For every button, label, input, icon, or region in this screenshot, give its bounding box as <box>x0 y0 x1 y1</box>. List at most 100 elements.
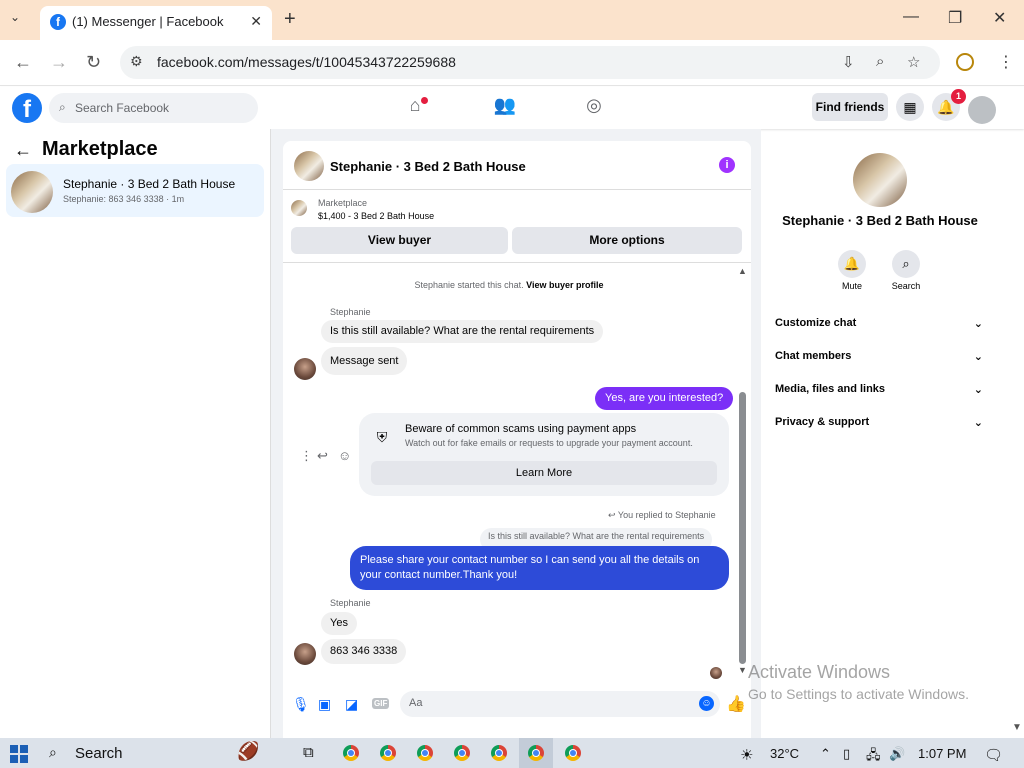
view-buyer-button[interactable]: View buyer <box>291 227 508 254</box>
profile-thumbnail[interactable] <box>853 153 907 207</box>
outgoing-message[interactable]: Yes, are you interested? <box>595 387 734 410</box>
mute-bell-icon[interactable]: 🔔 <box>838 250 866 278</box>
marketplace-sidebar: ← Marketplace Stephanie · 3 Bed 2 Bath H… <box>0 129 271 740</box>
weather-icon[interactable]: ☀ <box>740 746 753 764</box>
find-friends-button[interactable]: Find friends <box>812 93 888 121</box>
learn-more-button[interactable]: Learn More <box>371 461 717 485</box>
task-view-icon[interactable]: ⧉ <box>303 744 314 761</box>
incoming-message[interactable]: 863 346 3338 <box>321 639 407 664</box>
network-icon[interactable]: 🖧 <box>866 746 881 768</box>
sidebar-title: Marketplace <box>42 138 158 160</box>
chat-header-name[interactable]: Stephanie · 3 Bed 2 Bath House <box>330 159 526 174</box>
conversation-preview: Stephanie: 863 346 3338 · 1m <box>63 194 185 204</box>
chrome-icon[interactable] <box>417 745 433 761</box>
temperature[interactable]: 32°C <box>770 746 799 761</box>
section-label: Privacy & support <box>775 416 870 428</box>
menu-grid-icon[interactable]: ▦ <box>896 93 924 121</box>
incoming-message[interactable]: Yes <box>321 612 357 635</box>
windows-taskbar: ⌕ Search 🏈 ⧉ ☀ 32°C ⌃ ▯ 🖧 🔊 1:07 PM 🗨 <box>0 738 1024 768</box>
restore-icon[interactable]: ❐ <box>948 8 962 28</box>
back-arrow-icon[interactable]: ← <box>14 140 32 161</box>
zoom-icon[interactable]: ⌕ <box>876 53 884 70</box>
tab-close-icon[interactable]: ✕ <box>250 13 262 30</box>
scroll-down-icon[interactable]: ▼ <box>738 665 747 675</box>
facebook-search-input[interactable]: ⌕ Search Facebook <box>49 93 258 123</box>
privacy-support-section[interactable]: Privacy & support ⌄ <box>775 416 985 436</box>
facebook-header: f ⌕ Search Facebook ⌂ 👥 ◎ Find friends ▦… <box>0 87 1024 129</box>
browser-menu-icon[interactable]: ⋮ <box>998 52 1014 72</box>
search-highlight-icon: 🏈 <box>237 741 260 761</box>
like-thumbs-up-icon[interactable]: 👍 <box>726 694 746 714</box>
notification-center-icon[interactable]: 🗨 <box>984 746 1003 764</box>
system-message: Stephanie started this chat. View buyer … <box>283 280 735 290</box>
chrome-icon[interactable] <box>343 745 359 761</box>
chrome-icon[interactable] <box>491 745 507 761</box>
browser-tab-messenger[interactable]: f (1) Messenger | Facebook ✕ <box>40 6 272 40</box>
listing-thumbnail <box>11 171 53 213</box>
window-close-icon[interactable]: ✕ <box>993 8 1006 28</box>
facebook-logo[interactable]: f <box>12 93 42 123</box>
sender-avatar[interactable] <box>294 643 316 665</box>
customize-chat-section[interactable]: Customize chat ⌄ <box>775 317 985 337</box>
more-options-button[interactable]: More options <box>512 227 742 254</box>
chat-members-section[interactable]: Chat members ⌄ <box>775 350 985 370</box>
browser-tabbar: ⌄ f (1) Messenger | Facebook ✕ + — ❐ ✕ <box>0 0 1024 40</box>
page-scroll-down-icon[interactable]: ▼ <box>1012 722 1022 733</box>
chrome-icon[interactable] <box>528 745 544 761</box>
url-text[interactable]: facebook.com/messages/t/1004534372225968… <box>157 54 456 70</box>
react-emoji-icon[interactable]: ☺ <box>338 448 351 463</box>
incoming-message[interactable]: Message sent <box>321 347 408 375</box>
minimize-icon[interactable]: — <box>903 8 919 26</box>
media-files-links-section[interactable]: Media, files and links ⌄ <box>775 383 985 403</box>
gif-icon[interactable]: GIF <box>372 698 390 709</box>
listing-divider <box>283 262 751 263</box>
show-hidden-icons-icon[interactable]: ⌃ <box>820 746 831 762</box>
emoji-icon[interactable]: ☺ <box>699 696 714 711</box>
view-buyer-profile-link[interactable]: View buyer profile <box>526 280 603 290</box>
reply-label: ↩ You replied to Stephanie <box>608 510 716 521</box>
section-label: Chat members <box>775 350 852 362</box>
site-info-icon[interactable]: ⚙ <box>130 53 143 70</box>
sender-avatar[interactable] <box>294 358 316 380</box>
back-icon[interactable]: ← <box>14 52 32 73</box>
account-avatar[interactable] <box>968 96 996 124</box>
address-bar[interactable]: ⚙ facebook.com/messages/t/10045343722259… <box>120 46 940 79</box>
groups-icon[interactable]: ◎ <box>580 95 608 121</box>
taskbar-search[interactable]: ⌕ Search 🏈 <box>37 738 294 768</box>
photo-icon[interactable]: ▣ <box>318 696 331 713</box>
reload-icon[interactable]: ↻ <box>86 52 101 73</box>
more-actions-icon[interactable]: ⋮ <box>300 448 313 464</box>
message-input[interactable]: Aa ☺ <box>400 691 720 717</box>
mute-label: Mute <box>841 281 862 291</box>
outgoing-message[interactable]: Please share your contact number so I ca… <box>350 546 729 590</box>
incoming-message[interactable]: Is this still available? What are the re… <box>321 320 604 343</box>
tray-device-icon[interactable]: ▯ <box>843 746 850 762</box>
activate-windows-title: Activate Windows <box>748 662 891 682</box>
volume-icon[interactable]: 🔊 <box>889 746 905 762</box>
clock-time[interactable]: 1:07 PM <box>918 746 966 761</box>
scam-warning-subtitle: Watch out for fake emails or requests to… <box>405 438 693 448</box>
friends-icon[interactable]: 👥 <box>491 95 519 121</box>
sticker-icon[interactable]: ◪ <box>345 696 358 713</box>
tab-search-chevron-icon[interactable]: ⌄ <box>10 10 20 24</box>
install-app-icon[interactable]: ⇩ <box>842 53 855 71</box>
microphone-icon[interactable]: 🎙 <box>292 696 310 713</box>
bookmark-star-icon[interactable]: ☆ <box>907 53 920 71</box>
new-tab-button[interactable]: + <box>284 8 296 31</box>
chat-scrollbar-thumb[interactable] <box>739 392 746 664</box>
windows-start-icon[interactable] <box>10 745 28 763</box>
scroll-up-icon[interactable]: ▲ <box>738 266 747 276</box>
reply-icon[interactable]: ↩ <box>317 448 328 464</box>
profile-icon[interactable] <box>956 53 974 71</box>
chrome-icon[interactable] <box>565 745 581 761</box>
chat-header-thumbnail[interactable] <box>294 151 324 181</box>
home-notification-dot <box>421 97 428 104</box>
search-conversation-icon[interactable]: ⌕ <box>892 250 920 278</box>
notification-badge: 1 <box>951 89 966 104</box>
conversation-item[interactable]: Stephanie · 3 Bed 2 Bath House Stephanie… <box>6 164 264 217</box>
listing-info[interactable]: $1,400 - 3 Bed 2 Bath House <box>318 211 434 221</box>
forward-icon[interactable]: → <box>50 52 68 73</box>
info-icon[interactable]: i <box>719 157 735 173</box>
chrome-icon[interactable] <box>380 745 396 761</box>
chrome-icon[interactable] <box>454 745 470 761</box>
